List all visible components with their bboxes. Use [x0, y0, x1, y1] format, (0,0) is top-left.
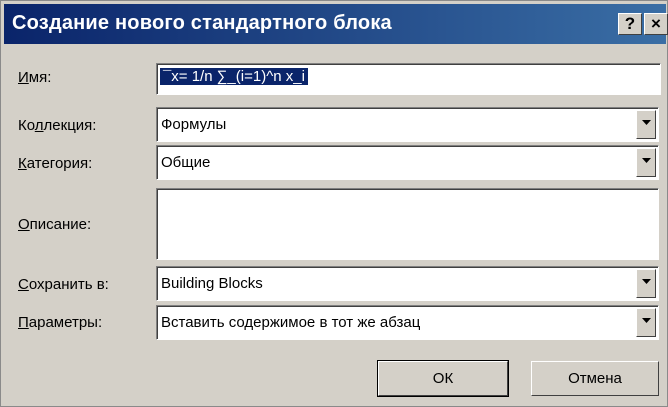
category-select[interactable]: Общие	[156, 145, 659, 180]
chevron-down-icon	[642, 120, 651, 125]
save-in-label: Сохранить в:	[18, 276, 109, 293]
chevron-down-icon	[642, 279, 651, 284]
name-label: Имя:	[18, 69, 52, 86]
name-input[interactable]: ¯x= 1/n ∑_(i=1)^n x_i	[156, 63, 661, 95]
options-dropdown-button[interactable]	[636, 308, 656, 337]
cancel-button[interactable]: Отмена	[531, 361, 659, 396]
options-value: Вставить содержимое в тот же абзац	[161, 314, 421, 331]
description-label: Описание:	[18, 216, 92, 233]
category-value: Общие	[161, 154, 211, 171]
chevron-down-icon	[642, 318, 651, 323]
ok-button[interactable]: ОК	[377, 360, 509, 397]
collection-select[interactable]: Формулы	[156, 107, 659, 142]
save-in-select[interactable]: Building Blocks	[156, 266, 659, 301]
collection-label: Коллекция:	[18, 117, 97, 134]
category-dropdown-button[interactable]	[636, 148, 656, 177]
help-button[interactable]: ?	[618, 13, 642, 35]
options-select[interactable]: Вставить содержимое в тот же абзац	[156, 305, 659, 340]
save-in-dropdown-button[interactable]	[636, 269, 656, 298]
title-bar: Создание нового стандартного блока ? ×	[4, 4, 668, 44]
chevron-down-icon	[642, 158, 651, 163]
description-textarea[interactable]	[156, 188, 659, 260]
save-in-value: Building Blocks	[161, 275, 263, 292]
collection-dropdown-button[interactable]	[636, 110, 656, 139]
collection-value: Формулы	[161, 116, 227, 133]
building-block-dialog: Создание нового стандартного блока ? × И…	[0, 0, 668, 407]
dialog-title: Создание нового стандартного блока	[12, 12, 392, 34]
name-value: ¯x= 1/n ∑_(i=1)^n x_i	[160, 68, 308, 85]
close-button[interactable]: ×	[644, 13, 668, 35]
category-label: Категория:	[18, 155, 93, 172]
options-label: Параметры:	[18, 314, 103, 331]
